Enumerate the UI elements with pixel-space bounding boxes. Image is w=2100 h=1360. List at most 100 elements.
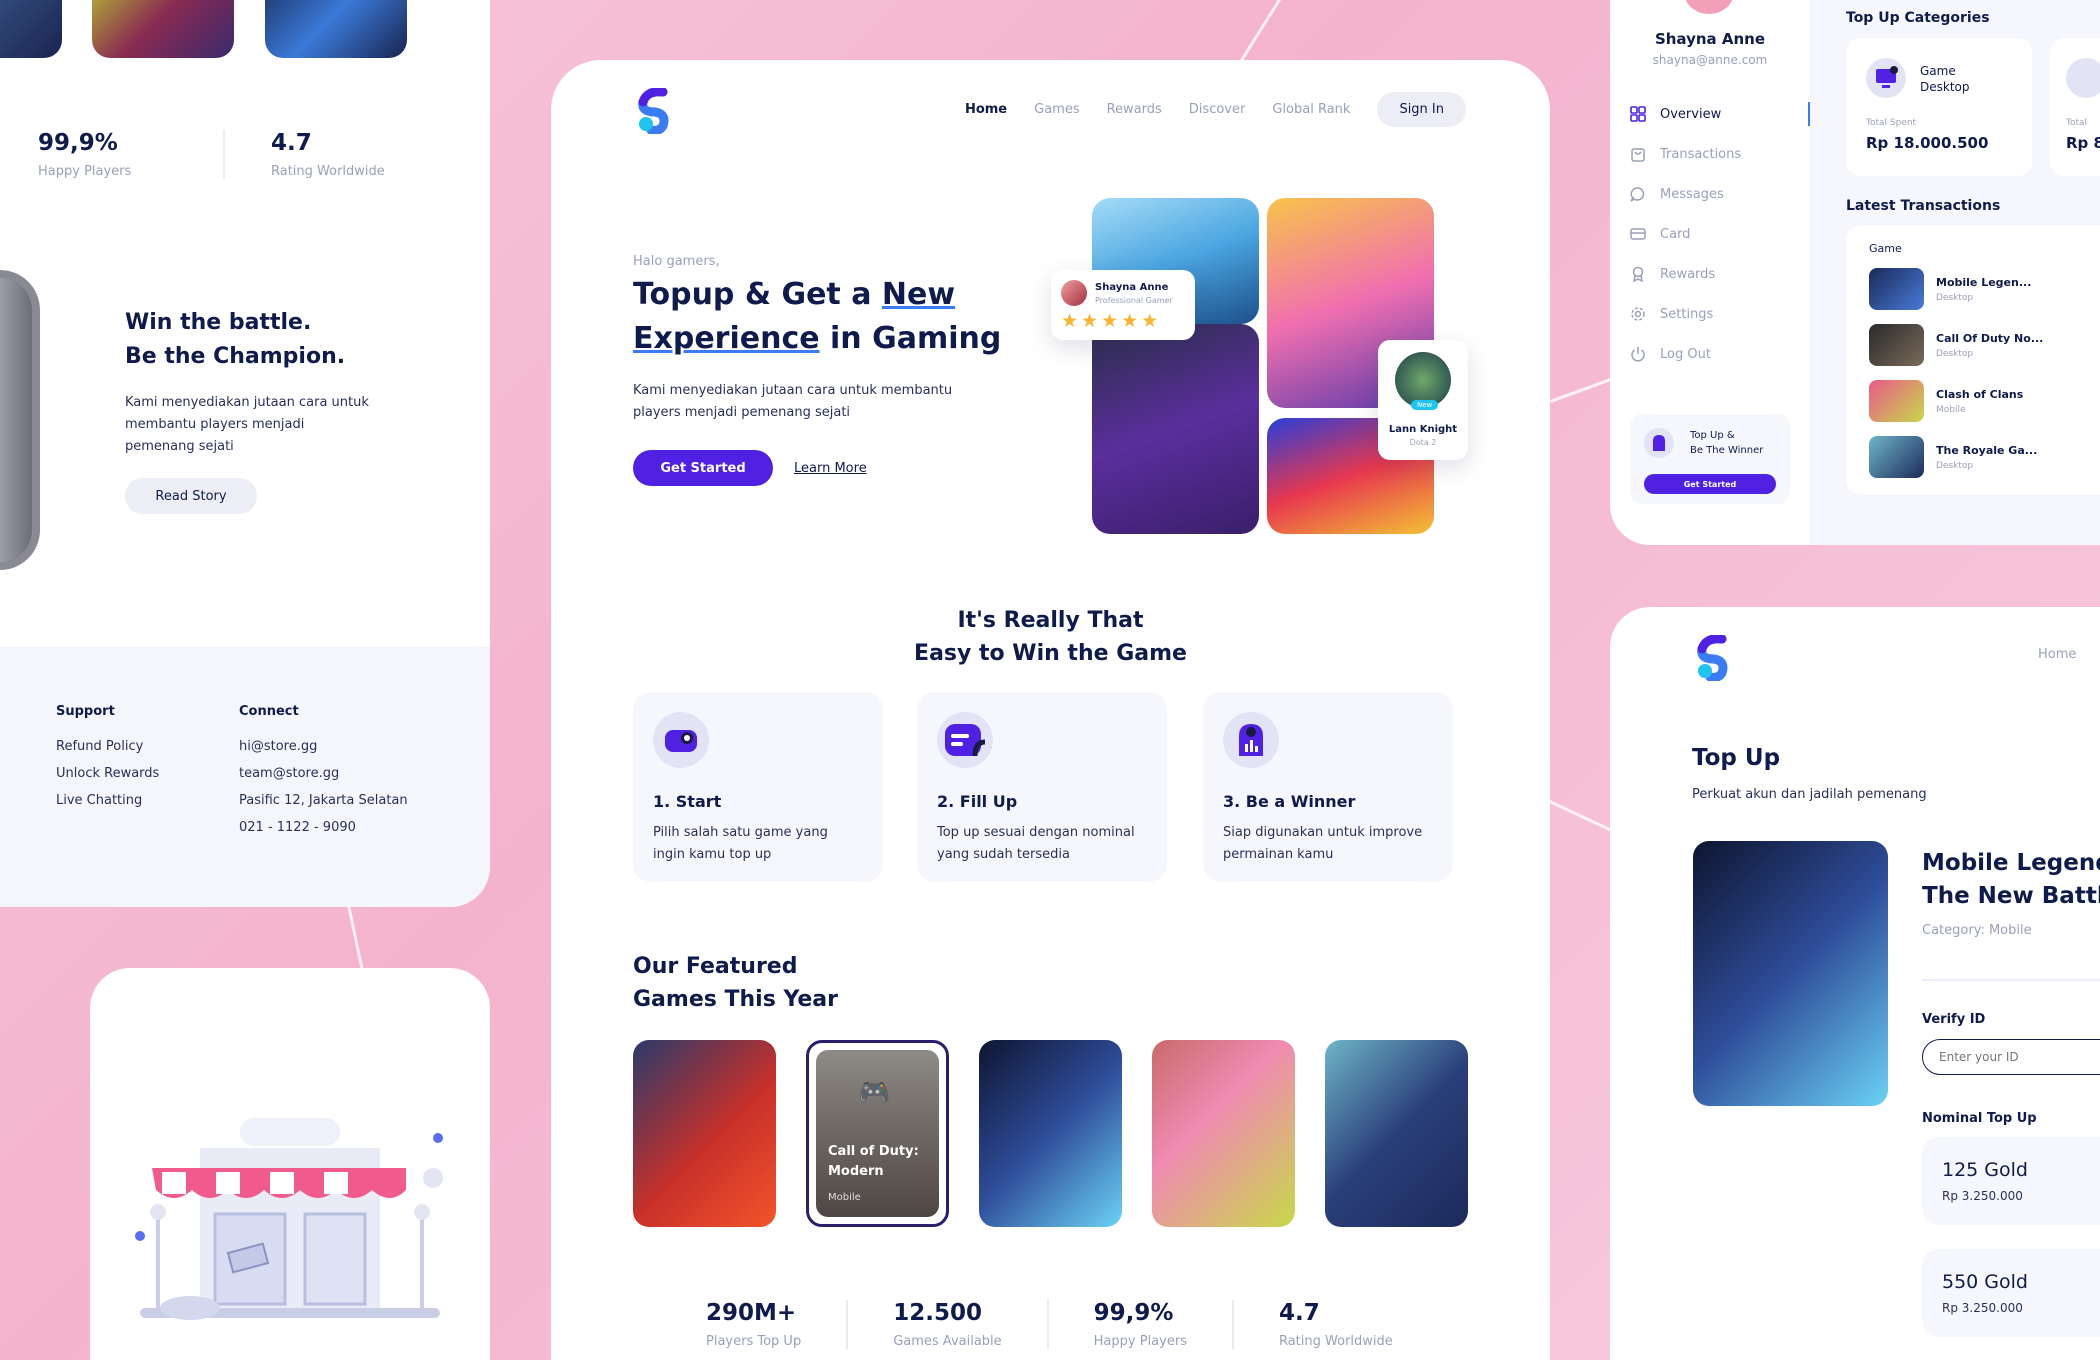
avatar <box>1061 280 1087 306</box>
game-thumbnail[interactable] <box>0 0 62 58</box>
hero-title-highlight: Experience <box>633 321 820 356</box>
step-description: Siap digunakan untuk improve permainan k… <box>1223 825 1423 862</box>
transaction-row[interactable]: Call Of Duty No... Desktop <box>1869 324 2043 366</box>
nominal-amount: 125 Gold <box>1942 1159 2028 1181</box>
dashboard-main: Top Up Categories Game Desktop Total Spe… <box>1810 0 2100 545</box>
stat-value: 12.500 <box>893 1300 982 1326</box>
transaction-row[interactable]: Clash of Clans Mobile <box>1869 380 2023 422</box>
store-illustration-card <box>90 968 490 1360</box>
footer: Support Refund Policy Unlock Rewards Liv… <box>0 646 490 907</box>
game-thumbnail <box>1869 324 1924 366</box>
user-name: Shayna Anne <box>1654 30 1766 48</box>
featured-game-tile-selected[interactable]: 🎮 Call of Duty: Modern Mobile <box>806 1040 949 1227</box>
nav-global-rank[interactable]: Global Rank <box>1272 102 1350 117</box>
game-category: Category: Mobile <box>1922 923 2032 938</box>
nav-home[interactable]: Home <box>965 102 1007 117</box>
sign-in-button[interactable]: Sign In <box>1377 92 1466 127</box>
sidebar-promo-card: Top Up & Be The Winner Get Started <box>1630 414 1790 504</box>
stat-happy-players: 99,9% Happy Players <box>1094 1300 1234 1349</box>
menu-settings[interactable]: Settings <box>1630 306 1713 322</box>
get-started-button[interactable]: Get Started <box>633 450 773 486</box>
main-landing-page: Home Games Rewards Discover Global Rank … <box>551 60 1550 1360</box>
player-game: Dota 2 <box>1409 438 1437 447</box>
footer-email[interactable]: team@store.gg <box>239 760 408 787</box>
category-card[interactable]: Total Rp 8 <box>2050 38 2100 176</box>
nav-discover[interactable]: Discover <box>1189 102 1246 117</box>
game-thumbnail[interactable] <box>265 0 407 58</box>
nav-rewards[interactable]: Rewards <box>1107 102 1162 117</box>
step-description: Top up sesuai dengan nominal yang sudah … <box>937 825 1135 862</box>
footer-link[interactable]: Refund Policy <box>56 733 159 760</box>
background-line <box>1550 376 1617 403</box>
profile-rating-card: Shayna Anne Professional Gamer ★★★★★ <box>1051 270 1195 340</box>
featured-game-tile[interactable] <box>1325 1040 1468 1227</box>
total-spent-label: Total <box>2066 118 2088 128</box>
featured-game-tile[interactable] <box>979 1040 1122 1227</box>
transaction-row[interactable]: The Royale Ga... Desktop <box>1869 436 2037 478</box>
topup-page: Home Top Up Perkuat akun dan jadilah pem… <box>1610 607 2100 1360</box>
transactions-card: Game Mobile Legen... Desktop Call Of Duty… <box>1846 226 2100 494</box>
promo-line1: Top Up & <box>1690 430 1735 441</box>
footer-email[interactable]: hi@store.gg <box>239 733 408 760</box>
learn-more-link[interactable]: Learn More <box>794 461 867 476</box>
game-cover-image <box>1693 841 1888 1106</box>
trophy-icon <box>1223 712 1279 768</box>
grid-icon <box>1630 106 1646 122</box>
user-email: shayna@anne.com <box>1652 53 1768 67</box>
footer-heading: Support <box>56 704 115 719</box>
menu-transactions[interactable]: Transactions <box>1630 146 1741 162</box>
menu-label: Log Out <box>1660 346 1711 362</box>
promo-line2: Be The Winner <box>1690 445 1764 456</box>
stat-rating: 4.7 Rating Worldwide <box>1279 1300 1438 1349</box>
sidebar-get-started-button[interactable]: Get Started <box>1644 474 1776 494</box>
nav-home[interactable]: Home <box>2038 647 2076 662</box>
transaction-game: Call Of Duty No... <box>1936 331 2044 345</box>
featured-game-tile[interactable] <box>633 1040 776 1227</box>
nominal-amount: 550 Gold <box>1942 1271 2028 1293</box>
menu-rewards[interactable]: Rewards <box>1630 266 1715 282</box>
verify-id-input[interactable] <box>1922 1039 2100 1075</box>
transaction-game: Mobile Legen... <box>1936 275 2032 289</box>
footer-link[interactable]: Unlock Rewards <box>56 760 159 787</box>
featured-game-tile[interactable] <box>1152 1040 1295 1227</box>
footer-link[interactable]: Live Chatting <box>56 787 159 814</box>
menu-card[interactable]: Card <box>1630 226 1690 242</box>
brand-logo[interactable] <box>1692 635 1738 681</box>
player-name: Lann Knight <box>1388 424 1458 435</box>
featured-title-line1: Our Featured <box>633 954 798 979</box>
stat-value: 4.7 <box>271 130 312 156</box>
selected-game-platform: Mobile <box>828 1192 861 1203</box>
footer-connect: Connect hi@store.gg team@store.gg Pasifi… <box>239 704 408 841</box>
nominal-option[interactable]: 550 Gold Rp 3.250.000 <box>1922 1249 2100 1337</box>
step-description: Pilih salah satu game yang ingin kamu to… <box>653 825 828 862</box>
transaction-row[interactable]: Mobile Legen... Desktop <box>1869 268 2031 310</box>
category-card[interactable]: Game Desktop Total Spent Rp 18.000.500 <box>1846 38 2032 176</box>
nav-games[interactable]: Games <box>1034 102 1079 117</box>
total-spent-value: Rp 18.000.500 <box>1866 134 1989 152</box>
game-thumbnail[interactable] <box>92 0 234 58</box>
medal-icon <box>1632 266 1644 282</box>
stat-value: 4.7 <box>1278 1300 1320 1326</box>
featured-title-line2: Games This Year <box>633 987 838 1012</box>
brand-logo[interactable] <box>633 88 679 134</box>
categories-title: Top Up Categories <box>1846 10 1990 26</box>
verify-id-label: Verify ID <box>1922 1012 1986 1027</box>
hero-title: Topup & Get a New Experience in Gaming <box>633 273 1053 361</box>
power-icon <box>1631 347 1645 362</box>
footer-heading: Connect <box>239 704 299 719</box>
nominal-option[interactable]: 125 Gold Rp 3.250.000 <box>1922 1137 2100 1225</box>
stat-label: Players Top Up <box>706 1334 802 1349</box>
stat-happy-players: 99,9% Happy Players <box>38 130 223 179</box>
hero-title-part: in Gaming <box>819 321 1002 356</box>
menu-overview[interactable]: Overview <box>1630 106 1721 122</box>
read-story-button[interactable]: Read Story <box>125 478 257 514</box>
wallet-icon <box>937 712 993 768</box>
divider <box>1922 979 2100 981</box>
menu-messages[interactable]: Messages <box>1630 186 1724 202</box>
gamepad-icon <box>653 712 709 768</box>
background-line <box>1548 800 1614 833</box>
new-badge: New <box>1411 400 1439 410</box>
profile-role: Professional Gamer <box>1095 296 1173 305</box>
menu-logout[interactable]: Log Out <box>1630 346 1711 362</box>
credit-card-icon <box>1630 228 1646 240</box>
